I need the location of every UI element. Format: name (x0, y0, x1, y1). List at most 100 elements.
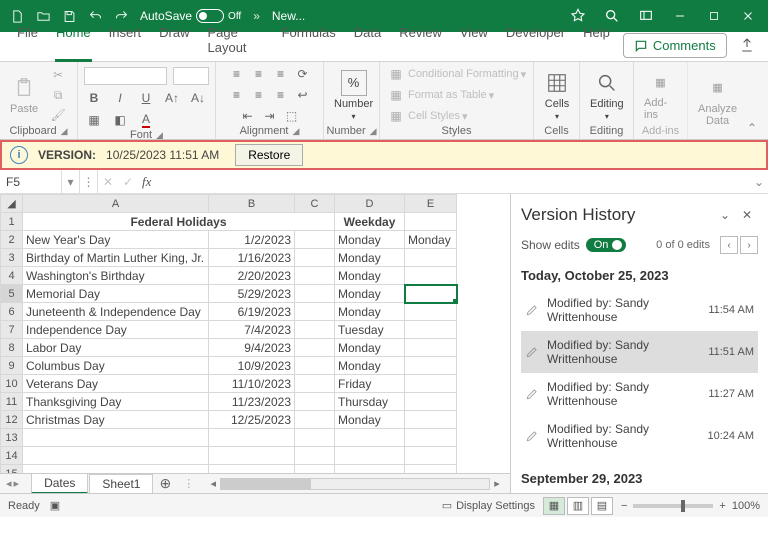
horizontal-scrollbar[interactable]: ◂▸ (200, 477, 510, 491)
cell[interactable]: Monday (335, 267, 405, 285)
underline-button[interactable]: U (136, 89, 156, 107)
format-as-table-button[interactable]: ▦Format as Table ▾ (386, 86, 494, 104)
cell[interactable] (335, 447, 405, 465)
cut-icon[interactable]: ✂ (48, 66, 68, 84)
cell[interactable]: Monday (335, 249, 405, 267)
cell[interactable] (405, 375, 457, 393)
row-header[interactable]: 5 (1, 285, 23, 303)
align-right-icon[interactable]: ≡ (271, 86, 291, 104)
cell[interactable]: Memorial Day (23, 285, 209, 303)
increase-indent-icon[interactable]: ⇥ (260, 107, 280, 125)
version-item[interactable]: Modified by: Sandy Writtenhouse11:51 AM (521, 331, 758, 373)
tab-developer[interactable]: Developer (497, 19, 574, 61)
zoom-out-icon[interactable]: − (621, 500, 627, 512)
row-header[interactable]: 9 (1, 357, 23, 375)
cancel-fx-icon[interactable]: ✕ (98, 170, 118, 193)
cell[interactable]: Monday (335, 339, 405, 357)
tab-data[interactable]: Data (345, 19, 390, 61)
merge-icon[interactable]: ⬚ (282, 107, 302, 125)
cell[interactable] (23, 429, 209, 447)
cell[interactable] (405, 411, 457, 429)
zoom-control[interactable]: − + 100% (621, 500, 760, 512)
cell[interactable]: Monday (335, 357, 405, 375)
cell[interactable] (405, 267, 457, 285)
cell[interactable]: 1/2/2023 (209, 231, 295, 249)
align-middle-icon[interactable]: ≡ (249, 65, 269, 83)
version-item[interactable]: Modified by: Sandy Writtenhouse12:02 PM (521, 492, 758, 493)
row-header[interactable]: 13 (1, 429, 23, 447)
row-header[interactable]: 1 (1, 213, 23, 231)
display-settings-icon[interactable]: ▭ (442, 499, 452, 512)
number-format-button[interactable]: %Number▾ (330, 68, 377, 123)
prev-edit-button[interactable]: ‹ (720, 236, 738, 254)
row-header[interactable]: 12 (1, 411, 23, 429)
cell[interactable]: Veterans Day (23, 375, 209, 393)
pane-dropdown-icon[interactable]: ⌄ (714, 204, 736, 226)
cell[interactable] (405, 303, 457, 321)
decrease-font-icon[interactable]: A↓ (188, 89, 208, 107)
paste-button[interactable]: Paste (6, 73, 42, 117)
align-left-icon[interactable]: ≡ (227, 86, 247, 104)
row-header[interactable]: 3 (1, 249, 23, 267)
cell[interactable]: 10/9/2023 (209, 357, 295, 375)
cell-styles-button[interactable]: ▦Cell Styles ▾ (386, 107, 468, 125)
cell[interactable]: Labor Day (23, 339, 209, 357)
tab-draw[interactable]: Draw (150, 19, 198, 61)
add-sheet-icon[interactable]: ⊕ (153, 475, 177, 492)
sheet-prev-icon[interactable]: ◂ (6, 477, 12, 490)
cell[interactable] (295, 375, 335, 393)
cells-button[interactable]: Cells▾ (540, 68, 574, 123)
cell[interactable]: 1/16/2023 (209, 249, 295, 267)
col-header-B[interactable]: B (209, 195, 295, 213)
orientation-icon[interactable]: ⟳ (293, 65, 313, 83)
cell[interactable] (295, 429, 335, 447)
zoom-level[interactable]: 100% (732, 500, 760, 512)
row-header[interactable]: 11 (1, 393, 23, 411)
cell[interactable] (295, 321, 335, 339)
col-header-A[interactable]: A (23, 195, 209, 213)
cell[interactable] (335, 465, 405, 474)
row-header[interactable]: 14 (1, 447, 23, 465)
tab-formulas[interactable]: Formulas (273, 19, 345, 61)
comments-button[interactable]: Comments (623, 33, 727, 58)
collapse-ribbon-icon[interactable]: ⌃ (744, 62, 760, 139)
page-layout-view-icon[interactable]: ▥ (567, 497, 589, 515)
cell[interactable] (23, 447, 209, 465)
tab-view[interactable]: View (451, 19, 497, 61)
wrap-text-icon[interactable]: ↩ (293, 86, 313, 104)
decrease-indent-icon[interactable]: ⇤ (238, 107, 258, 125)
cell[interactable] (405, 321, 457, 339)
macro-record-icon[interactable]: ▣ (50, 499, 60, 512)
tab-page-layout[interactable]: Page Layout (199, 19, 273, 61)
tab-home[interactable]: Home (47, 19, 100, 61)
copy-icon[interactable]: ⧉ (48, 86, 68, 104)
row-header[interactable]: 2 (1, 231, 23, 249)
cell[interactable] (209, 465, 295, 474)
cell[interactable]: Monday (335, 231, 405, 249)
tab-review[interactable]: Review (390, 19, 451, 61)
fill-color-icon[interactable]: ◧ (110, 111, 130, 129)
sheet-tab-sheet1[interactable]: Sheet1 (89, 474, 153, 493)
align-bottom-icon[interactable]: ≡ (271, 65, 291, 83)
row-header[interactable]: 4 (1, 267, 23, 285)
launcher-icon[interactable]: ◢ (156, 130, 163, 141)
row-header[interactable]: 15 (1, 465, 23, 474)
page-break-view-icon[interactable]: ▤ (591, 497, 613, 515)
cell[interactable] (295, 447, 335, 465)
cell[interactable]: 11/10/2023 (209, 375, 295, 393)
cell[interactable] (405, 285, 457, 303)
cell[interactable]: Juneteenth & Independence Day (23, 303, 209, 321)
display-settings-label[interactable]: Display Settings (456, 500, 535, 512)
cell[interactable]: 2/20/2023 (209, 267, 295, 285)
cell[interactable]: Monday (335, 303, 405, 321)
share-icon[interactable] (735, 32, 760, 58)
border-icon[interactable]: ▦ (84, 111, 104, 129)
align-center-icon[interactable]: ≡ (249, 86, 269, 104)
next-edit-button[interactable]: › (740, 236, 758, 254)
font-color-icon[interactable]: A (136, 111, 156, 129)
col-header-D[interactable]: D (335, 195, 405, 213)
bold-button[interactable]: B (84, 89, 104, 107)
cell[interactable] (295, 249, 335, 267)
version-item[interactable]: Modified by: Sandy Writtenhouse11:54 AM (521, 289, 758, 331)
align-top-icon[interactable]: ≡ (227, 65, 247, 83)
